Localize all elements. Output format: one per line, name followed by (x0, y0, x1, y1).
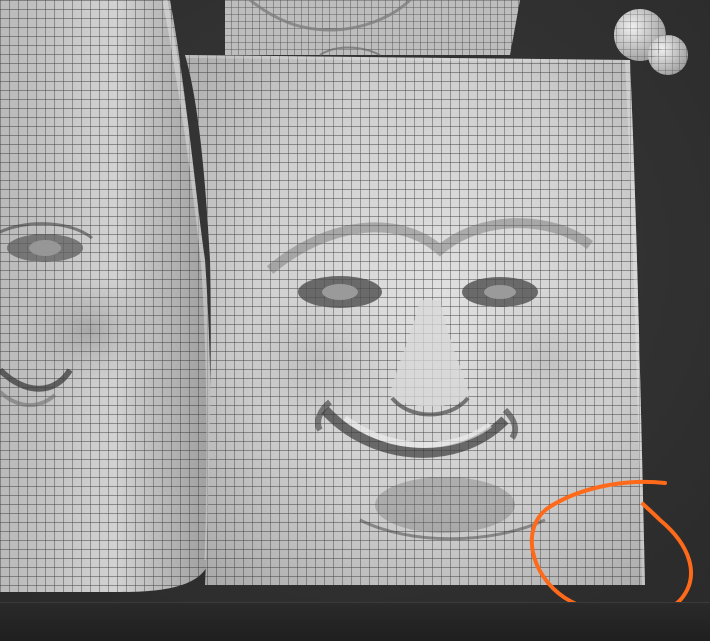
left-face-block[interactable] (0, 0, 220, 600)
top-center-object[interactable] (225, 0, 520, 56)
right-face-block[interactable] (180, 50, 660, 595)
viewport-scene[interactable] (0, 0, 710, 641)
viewport-bottom-bar (0, 602, 710, 641)
3d-viewport[interactable] (0, 0, 710, 641)
